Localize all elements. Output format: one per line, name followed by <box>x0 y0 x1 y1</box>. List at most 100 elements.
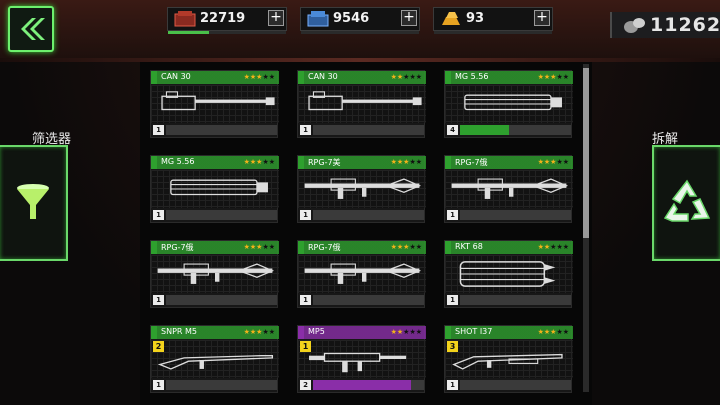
weapon-name: CAN 30 <box>161 72 191 81</box>
coin-value: 11262 <box>650 14 720 36</box>
star-rating: ★★★★★ <box>390 243 422 251</box>
double-chevron-left-icon <box>21 18 45 40</box>
weapon-art <box>298 85 426 123</box>
blue-crate-progress <box>301 31 419 34</box>
weapon-art <box>445 255 573 293</box>
weapon-art <box>151 255 279 293</box>
weapon-name: RPG-7俄 <box>455 158 488 167</box>
level-badge: 1 <box>447 295 458 305</box>
weapon-art <box>151 170 279 208</box>
level-badge: 1 <box>300 210 311 220</box>
weapon-card[interactable]: RPG-7俄 ★★★★★ 1 <box>444 155 573 223</box>
weapon-card-header: CAN 30 ★★★★★ <box>298 71 426 84</box>
weapon-art <box>298 255 426 293</box>
level-badge: 1 <box>153 125 164 135</box>
weapon-card[interactable]: MG 5.56 ★★★★★ 1 <box>150 155 279 223</box>
red-crate-value: 22719 <box>200 11 246 26</box>
weapon-name: SHOT I37 <box>455 327 493 336</box>
weapon-card[interactable]: RPG-7俄 ★★★★★ 1 <box>297 240 426 308</box>
upgrade-progress <box>313 380 424 390</box>
add-blue-crate-button[interactable]: + <box>401 10 417 26</box>
filter-button[interactable] <box>0 145 68 261</box>
coin-stack-icon <box>624 18 645 33</box>
upgrade-progress <box>460 380 571 390</box>
weapon-card[interactable]: CAN 30 ★★★★★ 1 <box>297 70 426 138</box>
upgrade-progress <box>460 210 571 220</box>
tier-badge: 1 <box>300 341 311 352</box>
weapon-card-header: RPG-7美 ★★★★★ <box>298 156 426 169</box>
upgrade-progress <box>313 210 424 220</box>
dismantle-button[interactable] <box>652 145 720 261</box>
weapon-card[interactable]: MG 5.56 ★★★★★ 4 <box>444 70 573 138</box>
grid-scrollbar[interactable] <box>583 64 589 392</box>
resource-gold-bars: 93 + <box>433 7 553 34</box>
weapon-art <box>151 340 279 378</box>
level-badge: 1 <box>153 295 164 305</box>
recycle-icon <box>663 179 711 222</box>
weapon-card[interactable]: RPG-7俄 ★★★★★ 1 <box>150 240 279 308</box>
add-gold-bars-button[interactable]: + <box>534 10 550 26</box>
tier-badge: 3 <box>447 341 458 352</box>
star-rating: ★★★★★ <box>243 158 275 166</box>
blue-crate-icon <box>307 11 329 27</box>
scrollbar-thumb[interactable] <box>583 68 589 238</box>
weapon-card-header: SHOT I37 ★★★★★ <box>445 326 573 339</box>
gold-bars-value: 93 <box>466 11 485 26</box>
red-crate-icon <box>174 11 196 27</box>
star-rating: ★★★★★ <box>390 73 422 81</box>
weapon-name: MP5 <box>308 327 325 336</box>
weapon-art <box>298 170 426 208</box>
weapon-name: RPG-7俄 <box>308 243 341 252</box>
weapon-card[interactable]: RKT 68 ★★★★★ 1 <box>444 240 573 308</box>
tier-badge: 2 <box>153 341 164 352</box>
weapon-card-header: SNPR M5 ★★★★★ <box>151 326 279 339</box>
cannon-icon <box>308 91 422 111</box>
weapon-card-header: RKT 68 ★★★★★ <box>445 241 573 254</box>
weapon-name: MG 5.56 <box>455 72 489 81</box>
weapon-name: RKT 68 <box>455 242 483 251</box>
weapon-name: RPG-7美 <box>308 158 341 167</box>
star-rating: ★★★★★ <box>243 73 275 81</box>
level-badge: 1 <box>153 210 164 220</box>
funnel-icon <box>17 184 49 219</box>
weapon-card[interactable]: SNPR M5 ★★★★★ 2 1 <box>150 325 279 393</box>
add-red-crate-button[interactable]: + <box>268 10 284 26</box>
rpg-icon <box>451 178 569 199</box>
minigun-icon <box>170 179 268 196</box>
star-rating: ★★★★★ <box>243 243 275 251</box>
weapon-card-header: MG 5.56 ★★★★★ <box>445 71 573 84</box>
rpg-icon <box>157 263 275 284</box>
weapon-card[interactable]: CAN 30 ★★★★★ 1 <box>150 70 279 138</box>
level-badge: 1 <box>153 380 164 390</box>
weapon-name: RPG-7俄 <box>161 243 194 252</box>
smg-icon <box>309 352 407 373</box>
weapon-inventory-screen: 22719 + 9546 + 93 + 11262 筛选器 拆解 CAN 30 … <box>0 0 720 405</box>
minigun-icon <box>464 94 562 111</box>
star-rating: ★★★★★ <box>390 328 422 336</box>
weapon-card-header: RPG-7俄 ★★★★★ <box>445 156 573 169</box>
coin-balance: 11262 <box>610 12 720 38</box>
shotgun-icon <box>452 353 563 370</box>
star-rating: ★★★★★ <box>537 73 569 81</box>
gold-bars-icon <box>442 12 460 25</box>
weapon-card[interactable]: RPG-7美 ★★★★★ 1 <box>297 155 426 223</box>
weapon-art <box>445 85 573 123</box>
weapon-art <box>445 340 573 378</box>
upgrade-progress <box>166 295 277 305</box>
star-rating: ★★★★★ <box>243 328 275 336</box>
weapon-card-header: RPG-7俄 ★★★★★ <box>151 241 279 254</box>
back-button[interactable] <box>8 6 54 52</box>
level-badge: 1 <box>447 210 458 220</box>
upgrade-progress <box>313 295 424 305</box>
rpg-icon <box>304 178 422 199</box>
upgrade-progress <box>166 210 277 220</box>
weapon-name: MG 5.56 <box>161 157 195 166</box>
level-badge: 2 <box>300 380 311 390</box>
rpg-icon <box>304 263 422 284</box>
blue-crate-value: 9546 <box>333 11 370 26</box>
weapon-card[interactable]: SHOT I37 ★★★★★ 3 1 <box>444 325 573 393</box>
weapon-name: SNPR M5 <box>161 327 197 336</box>
weapon-card[interactable]: MP5 ★★★★★ 1 2 <box>297 325 426 393</box>
gold-bars-progress <box>434 31 552 34</box>
weapon-card-header: RPG-7俄 ★★★★★ <box>298 241 426 254</box>
